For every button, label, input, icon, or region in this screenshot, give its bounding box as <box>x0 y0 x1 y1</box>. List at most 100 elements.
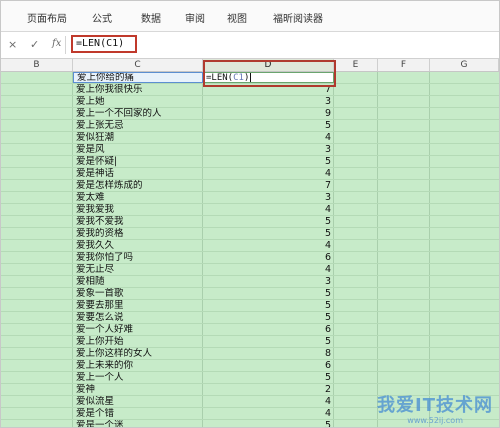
cell-d1-editing[interactable]: =LEN(C1) <box>203 72 334 83</box>
cell-c[interactable]: 爱上一个不回家的人 <box>73 108 203 119</box>
cell-d[interactable]: 8 <box>203 348 334 359</box>
cell-d[interactable]: 7 <box>203 180 334 191</box>
cell-d[interactable]: 5 <box>203 216 334 227</box>
cell-c[interactable]: 爱一个人好难 <box>73 324 203 335</box>
cell-d[interactable]: 9 <box>203 108 334 119</box>
column-header-g[interactable]: G <box>430 59 499 71</box>
formula-bar: × ✓ fx =LEN(C1) <box>1 32 499 59</box>
cancel-icon[interactable]: × <box>8 38 17 51</box>
cell-c[interactable]: 爱上张无忌 <box>73 120 203 131</box>
menu-foxit-reader[interactable]: 福昕阅读器 <box>273 10 323 25</box>
cell-d[interactable]: 5 <box>203 156 334 167</box>
menu-page-layout[interactable]: 页面布局 <box>27 10 67 25</box>
cell-c[interactable]: 爱我爱我 <box>73 204 203 215</box>
cell-c[interactable]: 爱是风 <box>73 144 203 155</box>
cell-c[interactable]: 爱上你我很快乐 <box>73 84 203 95</box>
table-row: 爱是神话 4 <box>1 168 499 180</box>
cell-c[interactable]: 爱要去那里 <box>73 300 203 311</box>
formula-input[interactable]: =LEN(C1) <box>71 35 137 53</box>
formula-prefix: =LEN( <box>206 73 234 83</box>
cell-d[interactable]: 5 <box>203 228 334 239</box>
confirm-icon[interactable]: ✓ <box>30 38 39 51</box>
cell-c[interactable]: 爱神 <box>73 384 203 395</box>
table-row: 爱上你这样的女人 8 <box>1 348 499 360</box>
watermark-logo: 我爱IT技术网 <box>377 395 493 416</box>
cell-c[interactable]: 爱似流星 <box>73 396 203 407</box>
ribbon-menu-bar: 页面布局 公式 数据 审阅 视图 福昕阅读器 <box>1 1 499 32</box>
cell-c[interactable]: 爱是一个迷 <box>73 420 203 427</box>
fx-icon[interactable]: fx <box>52 38 61 49</box>
cell-c[interactable]: 爱是怎样炼成的 <box>73 180 203 191</box>
menu-data[interactable]: 数据 <box>141 10 161 25</box>
cell-c[interactable]: 爱是神话 <box>73 168 203 179</box>
cell-c[interactable]: 爱上一个人 <box>73 372 203 383</box>
cell-d[interactable]: 4 <box>203 204 334 215</box>
cell-d[interactable]: 5 <box>203 372 334 383</box>
cell-reference: C1 <box>233 73 244 83</box>
cell-d[interactable]: 5 <box>203 420 334 427</box>
menu-review[interactable]: 审阅 <box>185 10 205 25</box>
cell-c[interactable]: 爱是怀疑| <box>73 156 203 167</box>
cell-d[interactable]: 5 <box>203 312 334 323</box>
cell-d[interactable]: 5 <box>203 336 334 347</box>
column-header-f[interactable]: F <box>378 59 430 71</box>
table-row: 爱相随 3 <box>1 276 499 288</box>
cell-d[interactable]: 5 <box>203 300 334 311</box>
table-row: 爱我久久 4 <box>1 240 499 252</box>
cell-c[interactable]: 爱我你怕了吗 <box>73 252 203 263</box>
table-row: 爱要去那里 5 <box>1 300 499 312</box>
cell-d[interactable]: 3 <box>203 276 334 287</box>
cell-d[interactable]: 4 <box>203 240 334 251</box>
cell-d[interactable]: 4 <box>203 408 334 419</box>
column-header-c[interactable]: C <box>73 59 203 71</box>
cell-c[interactable]: 爱无止尽 <box>73 264 203 275</box>
column-header-e[interactable]: E <box>334 59 378 71</box>
cell-d[interactable]: 2 <box>203 384 334 395</box>
table-row: 爱是风 3 <box>1 144 499 156</box>
cell-d[interactable]: 4 <box>203 396 334 407</box>
table-row: 爱上一个人 5 <box>1 372 499 384</box>
cell-d[interactable]: 4 <box>203 132 334 143</box>
table-row: 爱是怎样炼成的 7 <box>1 180 499 192</box>
cell-d[interactable]: 6 <box>203 324 334 335</box>
cell-c[interactable]: 爱我的资格 <box>73 228 203 239</box>
cell-d[interactable]: 3 <box>203 192 334 203</box>
cell-c[interactable]: 爱上你这样的女人 <box>73 348 203 359</box>
cell-d[interactable]: 6 <box>203 360 334 371</box>
table-row: 爱上张无忌 5 <box>1 120 499 132</box>
cell-c1-selected[interactable]: 爱上你给的痛 <box>73 72 203 83</box>
cell-c[interactable]: 爱是个错 <box>73 408 203 419</box>
cell-grid[interactable]: 爱上你给的痛 =LEN(C1) 爱上你我很快乐 7 爱上她 3 爱上一个不回家的人 9 爱上张无… <box>1 72 499 427</box>
cell-d[interactable]: 5 <box>203 120 334 131</box>
table-row: 爱我爱我 4 <box>1 204 499 216</box>
menu-view[interactable]: 视图 <box>227 10 247 25</box>
cell-c[interactable]: 爱似狂潮 <box>73 132 203 143</box>
cell-d[interactable]: 6 <box>203 252 334 263</box>
cell-d[interactable]: 3 <box>203 144 334 155</box>
cell-d[interactable]: 7 <box>203 84 334 95</box>
table-row: 爱上未来的你 6 <box>1 360 499 372</box>
column-header-b[interactable]: B <box>1 59 73 71</box>
column-header-d[interactable]: D <box>203 59 334 71</box>
cell-c[interactable]: 爱我不爱我 <box>73 216 203 227</box>
cell-d[interactable]: 3 <box>203 96 334 107</box>
table-row: 爱我你怕了吗 6 <box>1 252 499 264</box>
text-caret <box>250 73 252 82</box>
menu-formulas[interactable]: 公式 <box>92 10 112 25</box>
cell-d[interactable]: 5 <box>203 288 334 299</box>
cell-d[interactable]: 4 <box>203 264 334 275</box>
cell-c[interactable]: 爱我久久 <box>73 240 203 251</box>
cell-c[interactable]: 爱上未来的你 <box>73 360 203 371</box>
cell-c[interactable]: 爱上你开始 <box>73 336 203 347</box>
cell-c[interactable]: 爱上她 <box>73 96 203 107</box>
cell-c[interactable]: 爱象一首歌 <box>73 288 203 299</box>
table-row: 爱象一首歌 5 <box>1 288 499 300</box>
cell-c[interactable]: 爱太难 <box>73 192 203 203</box>
cell-d[interactable]: 4 <box>203 168 334 179</box>
watermark-url: www.52ij.com <box>407 416 463 425</box>
cell-c[interactable]: 爱相随 <box>73 276 203 287</box>
cell-c[interactable]: 爱要怎么说 <box>73 312 203 323</box>
formula-suffix: ) <box>243 73 250 83</box>
table-row: 爱我不爱我 5 <box>1 216 499 228</box>
table-row: 爱一个人好难 6 <box>1 324 499 336</box>
